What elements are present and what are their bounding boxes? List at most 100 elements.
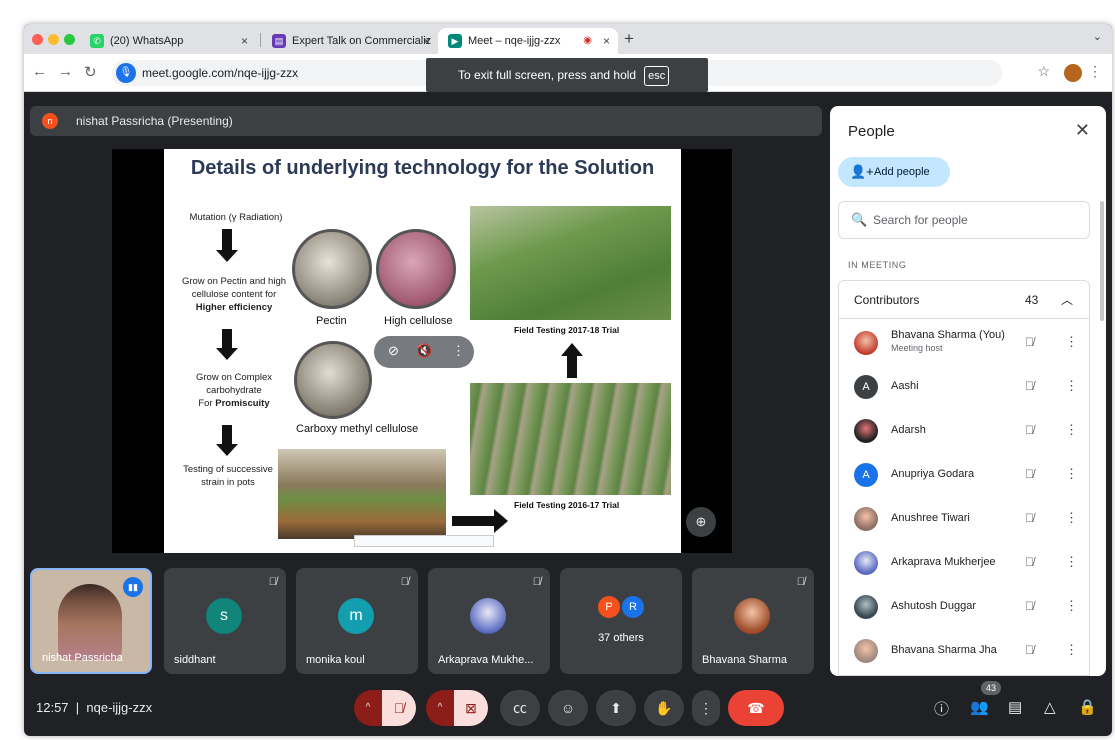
participant-name: monika koul xyxy=(306,654,365,666)
emoji-reactions-button[interactable]: ☺ xyxy=(548,690,588,726)
participant-avatar: A xyxy=(854,375,878,399)
list-item[interactable]: Bhavana Sharma (You) Meeting host 🎙̸ ⋮ xyxy=(839,321,1089,365)
mic-off-icon[interactable]: 🎙̸ xyxy=(1025,379,1034,393)
search-people-field[interactable]: 🔍 xyxy=(838,201,1090,239)
slide-grow-complex-text: Grow on Complex carbohydrate For Promiscui… xyxy=(195,372,273,409)
camera-off-button[interactable]: ⊠ xyxy=(454,690,488,726)
participant-tile[interactable]: 🎙̸ Arkaprava Mukhe... xyxy=(428,568,550,674)
field-2016-image xyxy=(470,383,671,495)
minimize-window-button[interactable] xyxy=(48,34,59,45)
list-item[interactable]: Adarsh 🎙̸ ⋮ xyxy=(839,409,1089,453)
participant-tile[interactable]: 🎙̸ Bhavana Sharma xyxy=(692,568,814,674)
people-count-badge: 43 xyxy=(981,681,1001,695)
mic-off-icon[interactable]: 🎙̸ xyxy=(1025,335,1034,349)
more-options-button[interactable]: ⋮ xyxy=(692,690,720,726)
list-item[interactable]: A Aashi 🎙̸ ⋮ xyxy=(839,365,1089,409)
presenter-bar: n nishat Passricha (Presenting) xyxy=(30,106,822,136)
tab-meet[interactable]: ▶ Meet – nqe-ijjg-zzx ◉ × xyxy=(438,28,618,54)
mic-off-icon[interactable]: 🎙̸ xyxy=(1025,423,1034,437)
participant-tile-self[interactable]: ▮▮ nishat Passricha xyxy=(30,568,152,674)
pin-off-icon[interactable]: ⊘ xyxy=(388,343,399,359)
panel-scrollbar[interactable] xyxy=(1100,201,1104,321)
more-vert-icon[interactable]: ⋮ xyxy=(1065,642,1078,658)
down-arrow-icon xyxy=(216,250,238,262)
people-icon[interactable]: 👥 xyxy=(970,698,989,716)
activities-icon[interactable]: △ xyxy=(1044,698,1056,716)
more-vert-icon[interactable]: ⋮ xyxy=(1065,598,1078,614)
tab-close-icon[interactable]: × xyxy=(603,28,610,54)
contributors-header[interactable]: Contributors 43 ︿ xyxy=(839,281,1089,319)
mic-off-icon[interactable]: 🎙̸ xyxy=(1025,599,1034,613)
tab-expert-talk[interactable]: ▤ Expert Talk on Commercializ × xyxy=(262,28,438,54)
meeting-info-icon[interactable]: ⓘ xyxy=(934,698,949,719)
slide-mutation-text: Mutation (γ Radiation) xyxy=(189,212,283,223)
bookmark-star-icon[interactable]: ☆ xyxy=(1037,63,1050,80)
url-text: meet.google.com/nqe-ijjg-zzx xyxy=(142,66,299,80)
tab-close-icon[interactable]: × xyxy=(241,28,248,54)
participant-name: Adarsh xyxy=(891,424,926,436)
leave-call-button[interactable]: ☎ xyxy=(728,690,784,726)
participant-tile-others[interactable]: P R 37 others xyxy=(560,568,682,674)
slide-testing-text: Testing of successive strain in pots xyxy=(183,464,273,488)
list-item[interactable]: Arkaprava Mukherjee 🎙̸ ⋮ xyxy=(839,541,1089,585)
mic-off-icon: 🎙̸ xyxy=(400,576,409,588)
contributors-group: Contributors 43 ︿ Bhavana Sharma (You) M… xyxy=(838,280,1090,676)
raise-hand-button[interactable]: ✋ xyxy=(644,690,684,726)
zoom-in-icon[interactable]: ⊕ xyxy=(686,507,716,537)
new-tab-button[interactable]: + xyxy=(624,28,634,50)
participant-name: siddhant xyxy=(174,654,216,666)
more-vert-icon[interactable]: ⋮ xyxy=(1065,510,1078,526)
back-arrow-icon[interactable]: ← xyxy=(32,63,47,80)
maximize-window-button[interactable] xyxy=(64,34,75,45)
participant-tile[interactable]: 🎙̸ s siddhant xyxy=(164,568,286,674)
participant-avatar: R xyxy=(622,596,644,618)
mic-off-button[interactable]: 🎙̸ xyxy=(382,690,416,726)
audio-options-chevron-icon[interactable]: ^ xyxy=(354,690,382,726)
microphone-site-icon[interactable]: 🎙 xyxy=(116,63,136,83)
present-screen-button[interactable]: ⬆ xyxy=(596,690,636,726)
more-vert-icon[interactable]: ⋮ xyxy=(1065,378,1078,394)
mute-tile-icon[interactable]: 🔇 xyxy=(416,343,432,359)
more-vert-icon[interactable]: ⋮ xyxy=(1065,422,1078,438)
more-vert-icon[interactable]: ⋮ xyxy=(1065,466,1078,482)
captions-button[interactable]: ㏄ xyxy=(500,690,540,726)
list-item[interactable]: Bhavana Sharma Jha 🎙̸ ⋮ xyxy=(839,629,1089,673)
participant-avatar: P xyxy=(598,596,620,618)
host-controls-icon[interactable]: 🔒 xyxy=(1078,698,1097,716)
add-people-button[interactable]: 👤+ Add people xyxy=(838,157,950,187)
mic-off-icon[interactable]: 🎙̸ xyxy=(1025,643,1034,657)
chevron-up-icon[interactable]: ︿ xyxy=(1061,291,1073,308)
list-item[interactable]: Anushree Tiwari 🎙̸ ⋮ xyxy=(839,497,1089,541)
participant-name: Anushree Tiwari xyxy=(891,512,970,524)
tab-close-icon[interactable]: × xyxy=(423,28,430,54)
video-options-chevron-icon[interactable]: ^ xyxy=(426,690,454,726)
esc-key: esc xyxy=(644,66,670,86)
search-people-input[interactable] xyxy=(873,211,1073,229)
list-item[interactable]: Ashutosh Duggar 🎙̸ ⋮ xyxy=(839,585,1089,629)
participant-tile[interactable]: 🎙̸ m monika koul xyxy=(296,568,418,674)
profile-avatar[interactable] xyxy=(1064,64,1082,82)
more-vert-icon[interactable]: ⋮ xyxy=(1065,554,1078,570)
close-window-button[interactable] xyxy=(32,34,43,45)
close-icon[interactable]: ✕ xyxy=(1075,120,1090,141)
whatsapp-icon: ✆ xyxy=(90,34,104,48)
people-panel: People ✕ 👤+ Add people 🔍 IN MEETING Cont… xyxy=(830,106,1106,676)
forward-arrow-icon[interactable]: → xyxy=(58,63,73,80)
mic-off-icon: 🎙̸ xyxy=(532,576,541,588)
chat-icon[interactable]: ▤ xyxy=(1008,698,1022,716)
in-meeting-heading: IN MEETING xyxy=(848,260,907,270)
mic-off-icon[interactable]: 🎙̸ xyxy=(1025,467,1034,481)
more-vert-icon[interactable]: ⋮ xyxy=(452,343,465,359)
more-vert-icon[interactable]: ⋮ xyxy=(1065,334,1078,350)
browser-menu-icon[interactable]: ⋮ xyxy=(1088,63,1102,80)
participant-avatar: s xyxy=(206,598,242,634)
list-item[interactable]: A Anupriya Godara 🎙̸ ⋮ xyxy=(839,453,1089,497)
tab-separator xyxy=(260,33,261,47)
mic-off-icon[interactable]: 🎙̸ xyxy=(1025,555,1034,569)
participant-avatar: A xyxy=(854,463,878,487)
pectin-label: Pectin xyxy=(316,315,347,327)
chevron-down-icon[interactable]: ⌄ xyxy=(1093,30,1102,43)
reload-icon[interactable]: ↻ xyxy=(84,63,97,81)
mic-off-icon[interactable]: 🎙̸ xyxy=(1025,511,1034,525)
tab-whatsapp[interactable]: ✆ (20) WhatsApp × xyxy=(80,28,256,54)
